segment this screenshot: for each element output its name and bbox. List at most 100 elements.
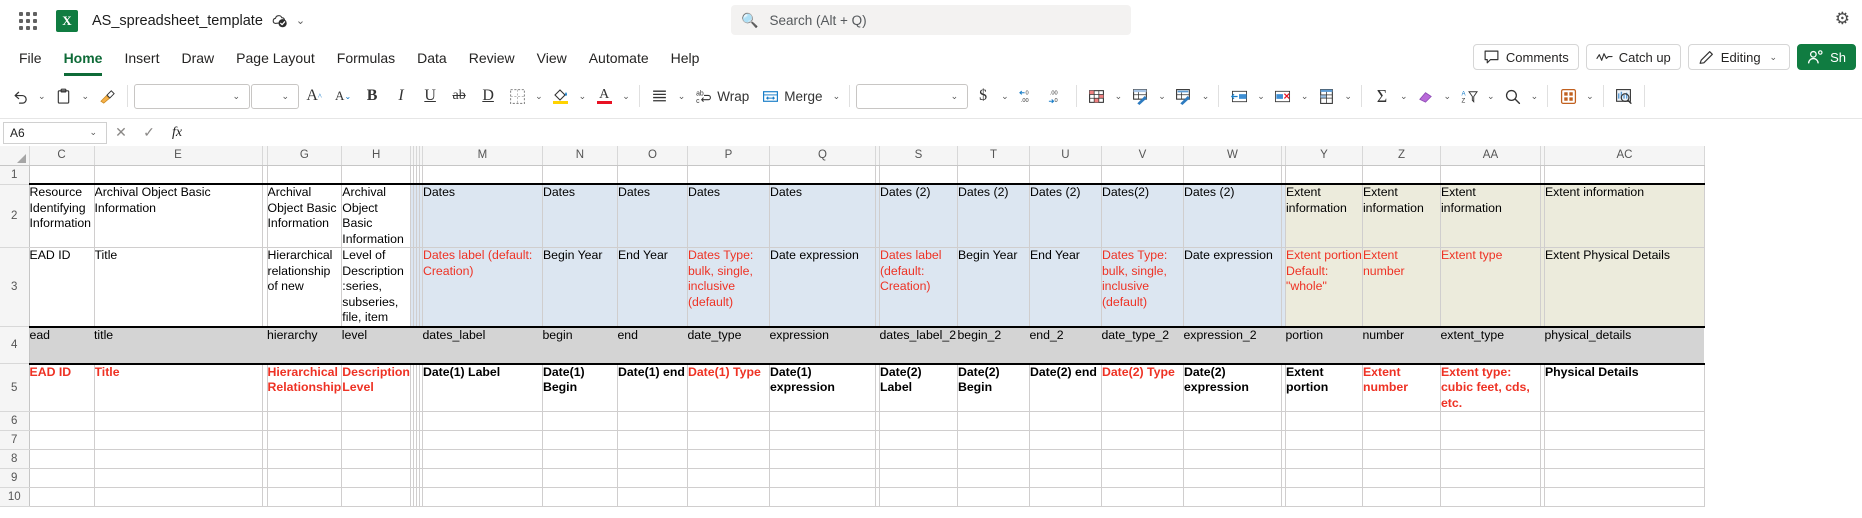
cell-P10[interactable]: [687, 487, 770, 507]
cell-S7[interactable]: [879, 430, 958, 450]
cell-Z9[interactable]: [1362, 468, 1441, 488]
insert-cells-button[interactable]: [1225, 81, 1253, 111]
row-header-10[interactable]: 10: [0, 487, 30, 507]
fill-color-button[interactable]: [547, 81, 575, 111]
cell-H10[interactable]: [341, 487, 411, 507]
cell-AC4[interactable]: physical_details: [1544, 326, 1705, 364]
cell-U7[interactable]: [1029, 430, 1102, 450]
sort-filter-button[interactable]: A Z: [1455, 81, 1483, 111]
alignment-button[interactable]: [646, 81, 674, 111]
cell-AA2[interactable]: Extent information: [1440, 183, 1541, 248]
insert-function-icon[interactable]: fx: [163, 122, 191, 144]
alignment-chevron-down-icon[interactable]: ⌄: [675, 91, 689, 102]
cell-P2[interactable]: Dates: [687, 183, 770, 248]
increase-decimal-button[interactable]: .00 0: [1042, 81, 1070, 111]
menu-item-home[interactable]: Home: [53, 46, 114, 76]
cell-S1[interactable]: [879, 165, 958, 185]
autosum-chevron-down-icon[interactable]: ⌄: [1397, 91, 1411, 102]
cell-E4[interactable]: title: [94, 326, 262, 364]
autosum-button[interactable]: Σ: [1368, 81, 1396, 111]
cell-C4[interactable]: ead: [29, 326, 94, 364]
clear-button[interactable]: [1411, 81, 1439, 111]
cell-AA8[interactable]: [1440, 449, 1541, 469]
column-header-ac[interactable]: AC: [1544, 146, 1705, 166]
cell-AA6[interactable]: [1440, 411, 1541, 431]
cell-AC5[interactable]: Physical Details: [1544, 362, 1705, 412]
cell-Z5[interactable]: Extent number: [1362, 362, 1441, 412]
cell-O2[interactable]: Dates: [617, 183, 688, 248]
cell-T1[interactable]: [957, 165, 1030, 185]
cell-Q3[interactable]: Date expression: [769, 247, 876, 328]
column-header-aa[interactable]: AA: [1440, 146, 1541, 166]
underline-button[interactable]: U: [416, 81, 444, 111]
cell-G6[interactable]: [267, 411, 343, 431]
cell-Y6[interactable]: [1285, 411, 1363, 431]
menu-item-page-layout[interactable]: Page Layout: [225, 46, 326, 70]
cell-O3[interactable]: End Year: [617, 247, 688, 328]
cell-P6[interactable]: [687, 411, 770, 431]
column-header-m[interactable]: M: [422, 146, 543, 166]
column-header-c[interactable]: C: [29, 146, 95, 166]
cell-H5[interactable]: Description Level: [341, 362, 411, 412]
cell-W6[interactable]: [1183, 411, 1282, 431]
cell-N4[interactable]: begin: [542, 326, 618, 364]
column-header-t[interactable]: T: [957, 146, 1030, 166]
cell-W4[interactable]: expression_2: [1183, 326, 1282, 364]
cell-N3[interactable]: Begin Year: [542, 247, 618, 328]
document-title[interactable]: AS_spreadsheet_template: [92, 13, 263, 29]
cell-Y2[interactable]: Extent information: [1285, 183, 1363, 248]
catch-up-button[interactable]: Catch up: [1585, 44, 1681, 70]
row-header-3[interactable]: 3: [0, 247, 30, 327]
cell-U4[interactable]: end_2: [1029, 326, 1102, 364]
formula-input[interactable]: [191, 121, 1859, 144]
cell-P9[interactable]: [687, 468, 770, 488]
delete-cells-button[interactable]: [1269, 81, 1297, 111]
fill-color-chevron-down-icon[interactable]: ⌄: [576, 91, 590, 102]
cell-M4[interactable]: dates_label: [422, 326, 543, 364]
clear-chevron-down-icon[interactable]: ⌄: [1440, 91, 1454, 102]
cell-G3[interactable]: Hierarchical relationship of new: [267, 247, 343, 328]
paste-button[interactable]: [50, 81, 78, 111]
cell-H3[interactable]: Level of Description :series, subseries,…: [341, 247, 411, 328]
cell-S2[interactable]: Dates (2): [879, 183, 958, 248]
cell-N7[interactable]: [542, 430, 618, 450]
cell-N1[interactable]: [542, 165, 618, 185]
column-header-n[interactable]: N: [542, 146, 618, 166]
font-name-select[interactable]: ⌄: [134, 83, 251, 109]
number-format-chevron-down-icon[interactable]: ⌄: [948, 91, 962, 102]
cell-O8[interactable]: [617, 449, 688, 469]
column-header-e[interactable]: E: [94, 146, 263, 166]
cell-Z4[interactable]: number: [1362, 326, 1441, 364]
cloud-saved-icon[interactable]: [271, 12, 288, 29]
cell-AC1[interactable]: [1544, 165, 1705, 185]
cell-U5[interactable]: Date(2) end: [1029, 362, 1102, 412]
formula-cancel-icon[interactable]: ✕: [107, 122, 135, 144]
cell-E7[interactable]: [94, 430, 263, 450]
cell-Z3[interactable]: Extent number: [1362, 247, 1441, 328]
cell-W3[interactable]: Date expression: [1183, 247, 1282, 328]
cell-Q4[interactable]: expression: [769, 326, 876, 364]
find-select-chevron-down-icon[interactable]: ⌄: [1528, 91, 1542, 102]
cell-AA4[interactable]: extent_type: [1440, 326, 1541, 364]
name-box[interactable]: A6 ⌄: [3, 121, 107, 144]
cell-O6[interactable]: [617, 411, 688, 431]
cell-M6[interactable]: [422, 411, 543, 431]
font-size-select[interactable]: ⌄: [251, 83, 300, 109]
title-chevron-down-icon[interactable]: ⌄: [296, 14, 305, 27]
table-row[interactable]: 9: [0, 468, 1705, 488]
cell-G8[interactable]: [267, 449, 343, 469]
cell-styles-button[interactable]: [1170, 81, 1198, 111]
cell-E2[interactable]: Archival Object Basic Information: [94, 183, 263, 248]
format-as-table-button[interactable]: [1126, 81, 1154, 111]
cell-U2[interactable]: Dates (2): [1029, 183, 1102, 248]
cell-AC10[interactable]: [1544, 487, 1705, 507]
cell-C9[interactable]: [29, 468, 95, 488]
cell-H6[interactable]: [341, 411, 411, 431]
cell-Q6[interactable]: [769, 411, 876, 431]
cell-U9[interactable]: [1029, 468, 1102, 488]
format-cells-chevron-down-icon[interactable]: ⌄: [1341, 91, 1355, 102]
comments-button[interactable]: Comments: [1472, 44, 1579, 70]
cell-N8[interactable]: [542, 449, 618, 469]
borders-button[interactable]: [503, 81, 531, 111]
cell-C5[interactable]: EAD ID: [29, 362, 95, 412]
